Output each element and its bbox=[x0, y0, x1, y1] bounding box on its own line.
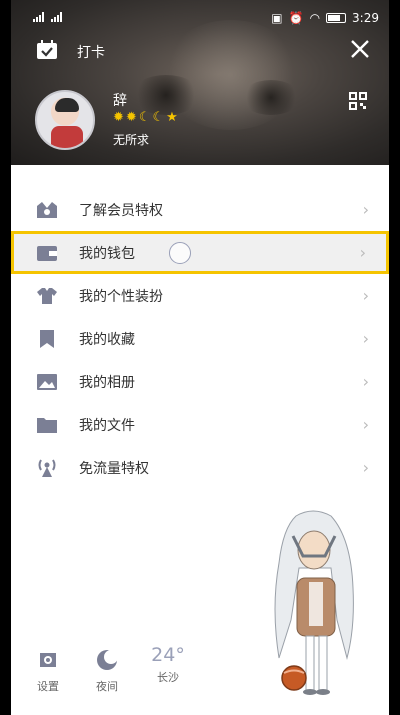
drawer-menu: 了解会员特权 › 我的钱包 › 我的个性装扮 › 我的收藏 › 我的相册 › 我… bbox=[11, 188, 389, 489]
moon-icon bbox=[97, 650, 118, 670]
header-top-row: 打卡 bbox=[11, 38, 389, 68]
menu-item-album[interactable]: 我的相册 › bbox=[11, 360, 389, 403]
sun-icon: ✹ bbox=[113, 110, 124, 125]
folder-icon bbox=[37, 417, 57, 433]
menu-item-theme[interactable]: 我的个性装扮 › bbox=[11, 274, 389, 317]
menu-item-files[interactable]: 我的文件 › bbox=[11, 403, 389, 446]
status-left bbox=[33, 12, 63, 22]
nfc-icon: ▣ bbox=[271, 11, 283, 25]
weather-widget[interactable]: 24° 长沙 bbox=[148, 644, 188, 685]
clock-in-label[interactable]: 打卡 bbox=[77, 42, 105, 62]
sun-icon: ✹ bbox=[125, 110, 137, 125]
antenna-icon bbox=[38, 458, 56, 477]
chevron-right-icon: › bbox=[362, 458, 369, 477]
menu-item-label: 了解会员特权 bbox=[79, 202, 163, 219]
menu-item-label: 我的个性装扮 bbox=[79, 288, 163, 305]
shirt-icon bbox=[37, 287, 57, 304]
signal-icon bbox=[33, 12, 45, 22]
menu-item-label: 我的收藏 bbox=[79, 331, 135, 348]
calendar-check-icon[interactable] bbox=[36, 40, 58, 60]
status-right: ▣ ⏰ ◠ 3:29 bbox=[271, 11, 379, 25]
menu-item-vip[interactable]: 了解会员特权 › bbox=[11, 188, 389, 231]
side-drawer: ▣ ⏰ ◠ 3:29 打卡 辞 ✹ ✹ ☾ ☾ ★ 无所求 了解会员特权 › 我… bbox=[11, 0, 389, 715]
menu-item-label: 我的文件 bbox=[79, 417, 135, 434]
avatar[interactable] bbox=[35, 90, 95, 150]
chevron-right-icon: › bbox=[359, 243, 366, 262]
menu-item-label: 我的相册 bbox=[79, 374, 135, 391]
username[interactable]: 辞 bbox=[113, 90, 127, 110]
weather-temperature: 24° bbox=[151, 644, 185, 666]
level-badges[interactable]: ✹ ✹ ☾ ☾ ★ bbox=[113, 110, 178, 125]
menu-item-free-data[interactable]: 免流量特权 › bbox=[11, 446, 389, 489]
chevron-right-icon: › bbox=[362, 415, 369, 434]
star-icon: ★ bbox=[166, 110, 178, 125]
night-mode-label: 夜间 bbox=[96, 680, 118, 693]
night-mode-button[interactable]: 夜间 bbox=[93, 648, 121, 694]
bottom-bar: 设置 夜间 24° 长沙 bbox=[11, 644, 389, 715]
profile-header: ▣ ⏰ ◠ 3:29 打卡 辞 ✹ ✹ ☾ ☾ ★ 无所求 bbox=[11, 0, 389, 165]
wifi-icon: ◠ bbox=[309, 11, 321, 25]
signal-icon bbox=[51, 12, 63, 22]
moon-icon: ☾ bbox=[138, 110, 151, 125]
menu-item-favorites[interactable]: 我的收藏 › bbox=[11, 317, 389, 360]
qr-code-icon[interactable] bbox=[349, 92, 367, 110]
settings-button[interactable]: 设置 bbox=[34, 648, 62, 694]
chevron-right-icon: › bbox=[362, 329, 369, 348]
status-time: 3:29 bbox=[352, 11, 379, 25]
vip-crown-icon bbox=[37, 201, 57, 218]
status-bar: ▣ ⏰ ◠ 3:29 bbox=[11, 0, 389, 38]
menu-item-wallet[interactable]: 我的钱包 › bbox=[11, 231, 389, 274]
moon-icon: ☾ bbox=[152, 110, 165, 125]
touch-indicator bbox=[169, 242, 191, 264]
gear-icon bbox=[40, 653, 56, 667]
battery-icon bbox=[326, 13, 347, 23]
menu-item-label: 免流量特权 bbox=[79, 460, 149, 477]
user-signature[interactable]: 无所求 bbox=[113, 131, 149, 148]
chevron-right-icon: › bbox=[362, 200, 369, 219]
photo-icon bbox=[37, 373, 57, 390]
alarm-icon: ⏰ bbox=[288, 11, 304, 25]
bookmark-icon bbox=[40, 329, 54, 348]
chevron-right-icon: › bbox=[362, 286, 369, 305]
weather-city: 长沙 bbox=[157, 671, 179, 684]
menu-item-label: 我的钱包 bbox=[79, 245, 135, 262]
chevron-right-icon: › bbox=[362, 372, 369, 391]
wallet-icon bbox=[37, 245, 57, 261]
close-icon[interactable] bbox=[349, 38, 371, 60]
settings-label: 设置 bbox=[37, 680, 59, 693]
